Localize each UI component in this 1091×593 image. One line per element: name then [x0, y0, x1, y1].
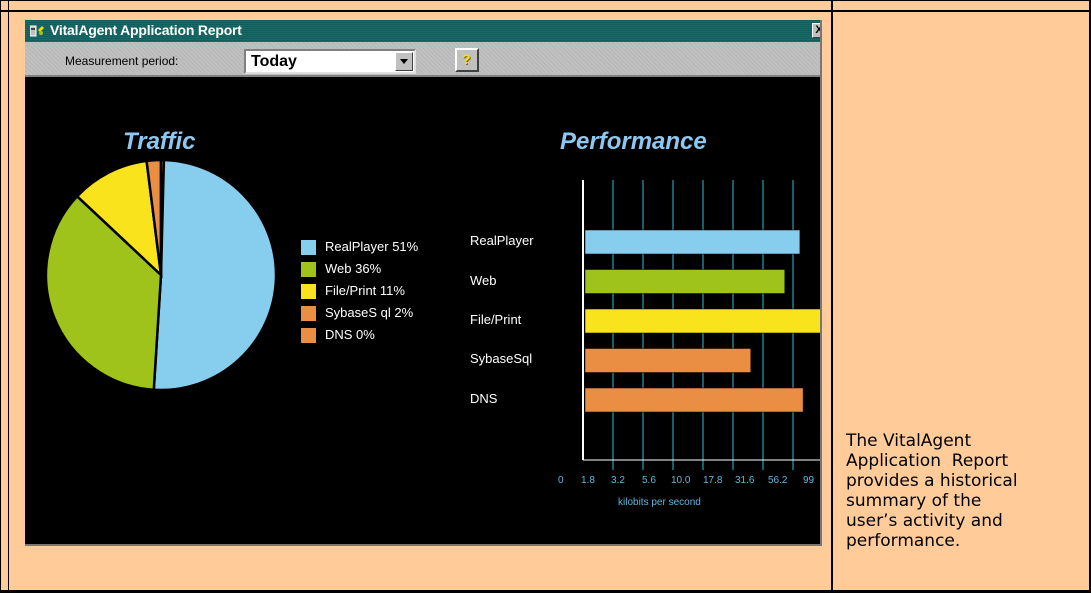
bar-web: [584, 269, 786, 294]
legend-label: Web 36%: [325, 261, 382, 276]
title-bar[interactable]: VitalAgent Application Report X: [25, 20, 820, 42]
help-icon: ?: [462, 51, 471, 67]
performance-title: Performance: [560, 128, 707, 155]
legend-label: File/Print 11%: [325, 283, 405, 298]
bar-label: DNS: [470, 391, 498, 406]
chevron-down-icon: [400, 59, 408, 64]
app-icon: [30, 25, 44, 37]
x-axis-label: kilobits per second: [618, 497, 701, 508]
legend-swatch: [301, 306, 316, 321]
bar-realplayer: [584, 229, 801, 255]
x-tick-label: 5.6: [642, 475, 656, 486]
x-tick-label: 99: [803, 475, 815, 486]
bar-dns: [584, 387, 804, 413]
legend-swatch: [301, 262, 316, 277]
legend-label: DNS 0%: [325, 327, 375, 342]
measurement-period-value: Today: [251, 53, 297, 70]
bar-sybasesql: [584, 348, 752, 373]
bar-label: RealPlayer: [470, 233, 534, 248]
legend-swatch: [301, 240, 316, 255]
report-caption: The VitalAgent Application Report provid…: [846, 431, 1018, 551]
pie-slice-realplayer: [152, 158, 278, 392]
table-border-row: [0, 10, 1091, 12]
report-window: VitalAgent Application Report X Measurem…: [25, 20, 822, 546]
x-tick-label: 31.6: [735, 475, 755, 486]
toolbar: Measurement period: Today ?: [25, 42, 820, 77]
table-border-top: [0, 0, 1091, 1]
performance-bar-chart: [582, 180, 820, 470]
measurement-period-label: Measurement period:: [65, 54, 179, 68]
x-tick-label: 56.2: [768, 475, 788, 486]
traffic-pie-chart: [44, 158, 278, 392]
window-title: VitalAgent Application Report: [50, 22, 242, 38]
legend-swatch: [301, 328, 316, 343]
x-tick-label: 17.8: [703, 475, 723, 486]
table-border-left: [0, 0, 1, 593]
bar-label: Web: [470, 273, 497, 288]
legend-label: SybaseS ql 2%: [325, 305, 414, 320]
bar-fileprint: [584, 308, 820, 334]
table-border-mid: [831, 0, 833, 593]
close-button[interactable]: X: [812, 23, 820, 38]
measurement-period-select[interactable]: Today: [244, 49, 416, 74]
bar-label: File/Print: [470, 312, 522, 327]
x-tick-label: 3.2: [611, 475, 625, 486]
table-border-mid-left: [8, 0, 9, 593]
x-tick-label: 0: [558, 475, 564, 486]
x-tick-label: 10.0: [671, 475, 691, 486]
x-tick-label: 1.8: [581, 475, 595, 486]
bar-label: SybaseSql: [470, 351, 533, 366]
help-button[interactable]: ?: [455, 48, 479, 72]
legend-label: RealPlayer 51%: [325, 239, 419, 254]
legend-swatch: [301, 284, 316, 299]
dropdown-arrow-button[interactable]: [395, 52, 413, 71]
